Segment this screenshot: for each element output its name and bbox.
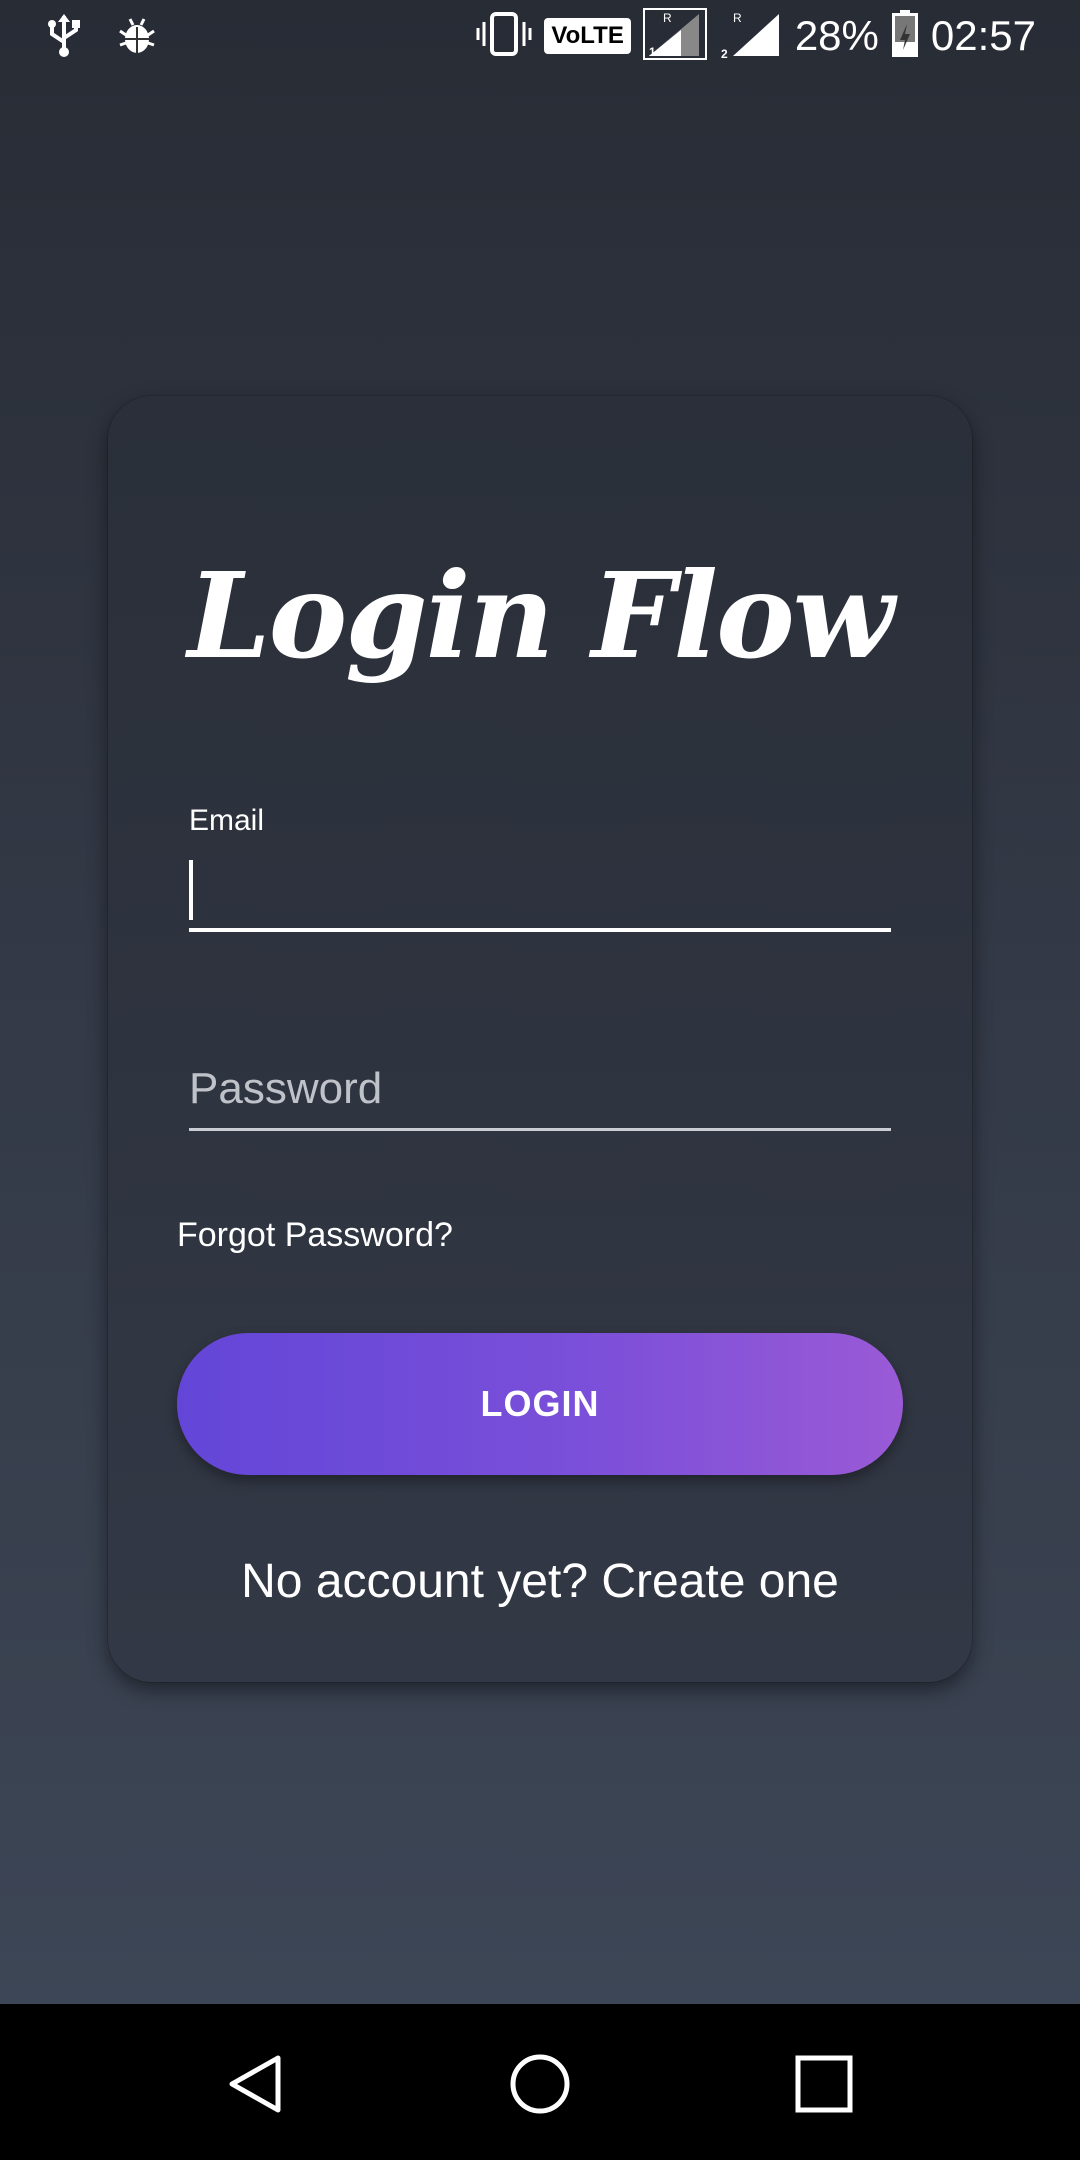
email-label: Email [189,804,265,837]
sim1-signal-icon: R 1 [642,7,707,65]
login-button-label: LOGIN [480,1383,600,1424]
volte-badge: VoLTE [544,18,631,54]
clock: 02:57 [930,12,1036,59]
sim2-signal-icon: R 2 [719,8,783,65]
login-button[interactable]: LOGIN [177,1333,903,1475]
password-placeholder: Password [189,1064,383,1113]
email-field[interactable] [189,858,891,932]
login-card: Login Flow Email Password Forgot Passwor… [108,396,972,1682]
bug-icon [118,15,156,60]
back-icon[interactable] [224,2052,288,2116]
app-title: Login Flow [187,546,895,685]
create-account-link[interactable]: No account yet? Create one [108,1554,972,1609]
forgot-password-link[interactable]: Forgot Password? [177,1216,453,1255]
svg-text:2: 2 [721,47,728,60]
svg-text:1: 1 [649,45,656,59]
status-bar: VoLTE R 1 R 2 28% 02:57 [0,0,1080,72]
navigation-bar [0,2004,1080,2160]
text-caret [189,860,193,920]
home-icon[interactable] [508,2052,572,2116]
battery-icon [891,9,919,63]
vibrate-icon [476,11,532,61]
password-field[interactable]: Password [189,1056,891,1131]
svg-text:R: R [663,11,672,25]
recents-icon[interactable] [792,2052,856,2116]
battery-percent: 28% [794,12,879,59]
usb-icon [44,12,84,63]
svg-text:R: R [733,11,742,25]
